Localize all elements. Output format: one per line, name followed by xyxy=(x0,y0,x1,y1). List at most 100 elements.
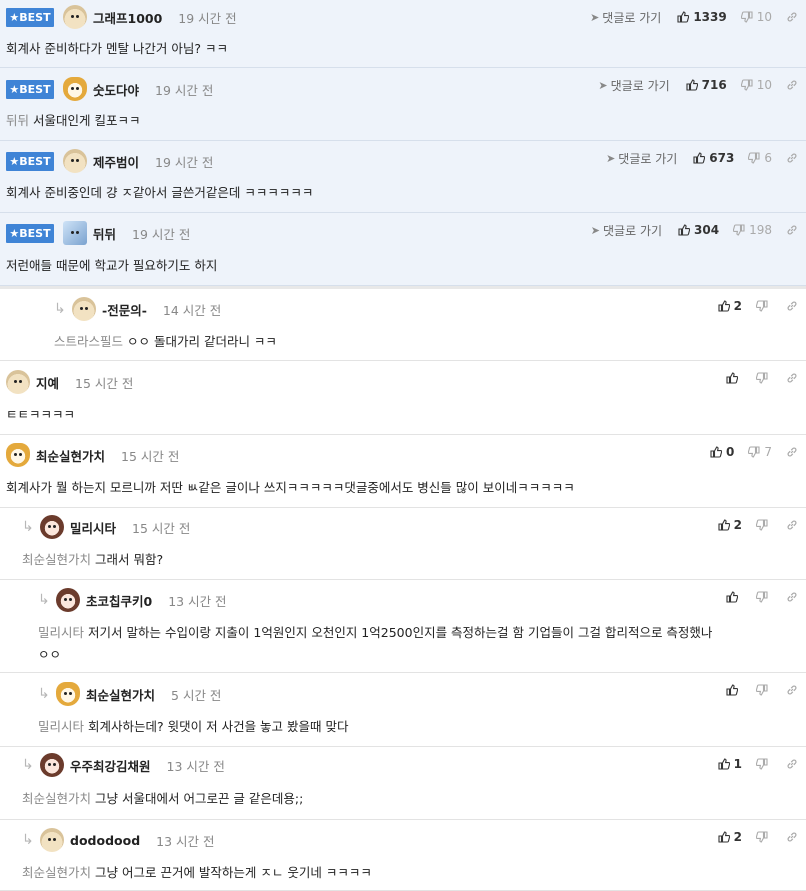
downvote-button[interactable]: 10 xyxy=(740,78,772,92)
downvote-button[interactable] xyxy=(756,684,772,696)
comment-body: 저런애들 때문에 학교가 필요하기도 하지 xyxy=(6,255,217,274)
link-icon[interactable] xyxy=(786,79,798,91)
mention[interactable]: 뒤뒤 xyxy=(6,113,29,128)
mention[interactable]: 최순실현가치 xyxy=(22,552,91,567)
downvote-button[interactable]: 198 xyxy=(733,223,772,237)
downvote-button[interactable] xyxy=(756,831,772,843)
link-icon[interactable] xyxy=(786,446,798,458)
upvote-button[interactable]: 2 xyxy=(718,830,742,844)
avatar[interactable] xyxy=(40,753,64,777)
upvote-button[interactable] xyxy=(726,372,742,384)
downvote-button[interactable] xyxy=(756,591,772,603)
comment-body: 뒤뒤 서울대인게 킬포ㅋㅋ xyxy=(6,110,141,129)
thumbs-up-icon xyxy=(726,591,738,603)
upvote-count: 716 xyxy=(701,78,727,92)
nickname[interactable]: 숫도다야 xyxy=(93,80,139,99)
downvote-button[interactable] xyxy=(756,758,772,770)
thumbs-up-icon xyxy=(726,372,738,384)
upvote-button[interactable]: 2 xyxy=(718,518,742,532)
avatar[interactable] xyxy=(6,443,30,467)
comment-text: 회계사 준비하다가 멘탈 나간거 아님? ㅋㅋ xyxy=(6,41,229,56)
avatar[interactable] xyxy=(63,149,87,173)
thumbs-up-icon xyxy=(718,758,730,770)
nickname[interactable]: 최순실현가치 xyxy=(36,446,105,465)
mention[interactable]: 밀리시타 xyxy=(38,625,84,640)
upvote-button[interactable] xyxy=(726,684,742,696)
nickname[interactable]: 제주범이 xyxy=(93,152,139,171)
goto-comment-link[interactable]: ➤ 댓글로 가기 xyxy=(598,77,669,94)
thumbs-up-icon xyxy=(710,446,722,458)
mention[interactable]: 최순실현가치 xyxy=(22,865,91,880)
mention[interactable]: 밀리시타 xyxy=(38,719,84,734)
avatar[interactable] xyxy=(72,297,96,321)
link-icon[interactable] xyxy=(786,684,798,696)
link-icon[interactable] xyxy=(786,591,798,603)
avatar[interactable] xyxy=(6,370,30,394)
avatar[interactable] xyxy=(56,682,80,706)
avatar[interactable] xyxy=(56,588,80,612)
nickname[interactable]: 최순실현가치 xyxy=(86,685,155,704)
link-icon[interactable] xyxy=(786,831,798,843)
nickname[interactable]: 밀리시타 xyxy=(70,518,116,537)
goto-comment-link[interactable]: ➤ 댓글로 가기 xyxy=(590,9,661,26)
upvote-button[interactable]: 1339 xyxy=(677,10,727,24)
thumbs-down-icon xyxy=(756,372,768,384)
avatar[interactable] xyxy=(63,221,87,245)
nickname[interactable]: 그래프1000 xyxy=(93,8,162,27)
comment-text: 그래서 뭐함? xyxy=(95,552,164,567)
comment-tools: 2 xyxy=(718,516,798,534)
upvote-count: 1 xyxy=(733,757,742,771)
avatar[interactable] xyxy=(63,77,87,101)
comment-item: ↳ 밀리시타 15 시간 전 최순실현가치 그래서 뭐함? 2 xyxy=(0,508,806,580)
link-icon[interactable] xyxy=(786,300,798,312)
nickname[interactable]: 지예 xyxy=(36,373,59,392)
link-icon[interactable] xyxy=(786,372,798,384)
avatar[interactable] xyxy=(40,828,64,852)
arrow-icon: ➤ xyxy=(606,151,616,165)
link-icon[interactable] xyxy=(786,11,798,23)
nickname[interactable]: 초코칩쿠키0 xyxy=(86,591,152,610)
timestamp: 19 시간 전 xyxy=(178,10,237,26)
downvote-button[interactable] xyxy=(756,372,772,384)
downvote-button[interactable]: 7 xyxy=(748,445,772,459)
comment-item: ★ BEST 그래프1000 19 시간 전 회계사 준비하다가 멘탈 나간거 아님? … xyxy=(0,0,806,68)
upvote-count: 1339 xyxy=(693,10,727,24)
avatar[interactable] xyxy=(40,515,64,539)
nickname[interactable]: -전문의- xyxy=(102,300,147,319)
thumbs-down-icon xyxy=(756,591,768,603)
upvote-button[interactable]: 1 xyxy=(718,757,742,771)
upvote-button[interactable]: 716 xyxy=(686,78,727,92)
upvote-button[interactable]: 0 xyxy=(710,445,734,459)
comment-item: ★ BEST 뒤뒤 19 시간 전 저런애들 때문에 학교가 필요하기도 하지 ➤ 댓글로 … xyxy=(0,213,806,286)
thumbs-up-icon xyxy=(726,684,738,696)
mention[interactable]: 최순실현가치 xyxy=(22,791,91,806)
link-icon[interactable] xyxy=(786,224,798,236)
thumbs-down-icon xyxy=(756,519,768,531)
thumbs-up-icon xyxy=(718,300,730,312)
timestamp: 14 시간 전 xyxy=(162,302,222,318)
timestamp: 13 시간 전 xyxy=(166,758,225,774)
upvote-button[interactable]: 673 xyxy=(693,151,734,165)
nickname[interactable]: dododood xyxy=(70,833,140,848)
downvote-button[interactable] xyxy=(756,300,772,312)
link-icon[interactable] xyxy=(786,152,798,164)
avatar[interactable] xyxy=(63,5,87,29)
comment-header: ↳ -전문의- 14 시간 전 xyxy=(54,297,222,321)
upvote-button[interactable]: 304 xyxy=(678,223,719,237)
thumbs-down-icon xyxy=(748,152,760,164)
downvote-button[interactable]: 10 xyxy=(740,10,772,24)
nickname[interactable]: 우주최강김채원 xyxy=(70,756,151,775)
nickname[interactable]: 뒤뒤 xyxy=(93,224,116,243)
mention[interactable]: 스트라스필드 xyxy=(54,334,123,349)
link-icon[interactable] xyxy=(786,758,798,770)
reply-arrow-icon: ↳ xyxy=(54,301,66,317)
timestamp: 19 시간 전 xyxy=(155,154,214,170)
downvote-button[interactable] xyxy=(756,519,772,531)
downvote-button[interactable]: 6 xyxy=(748,151,772,165)
goto-comment-link[interactable]: ➤ 댓글로 가기 xyxy=(606,150,677,167)
goto-comment-link[interactable]: ➤ 댓글로 가기 xyxy=(591,222,662,239)
link-icon[interactable] xyxy=(786,519,798,531)
upvote-button[interactable]: 2 xyxy=(718,299,742,313)
upvote-button[interactable] xyxy=(726,591,742,603)
timestamp: 5 시간 전 xyxy=(171,687,222,703)
